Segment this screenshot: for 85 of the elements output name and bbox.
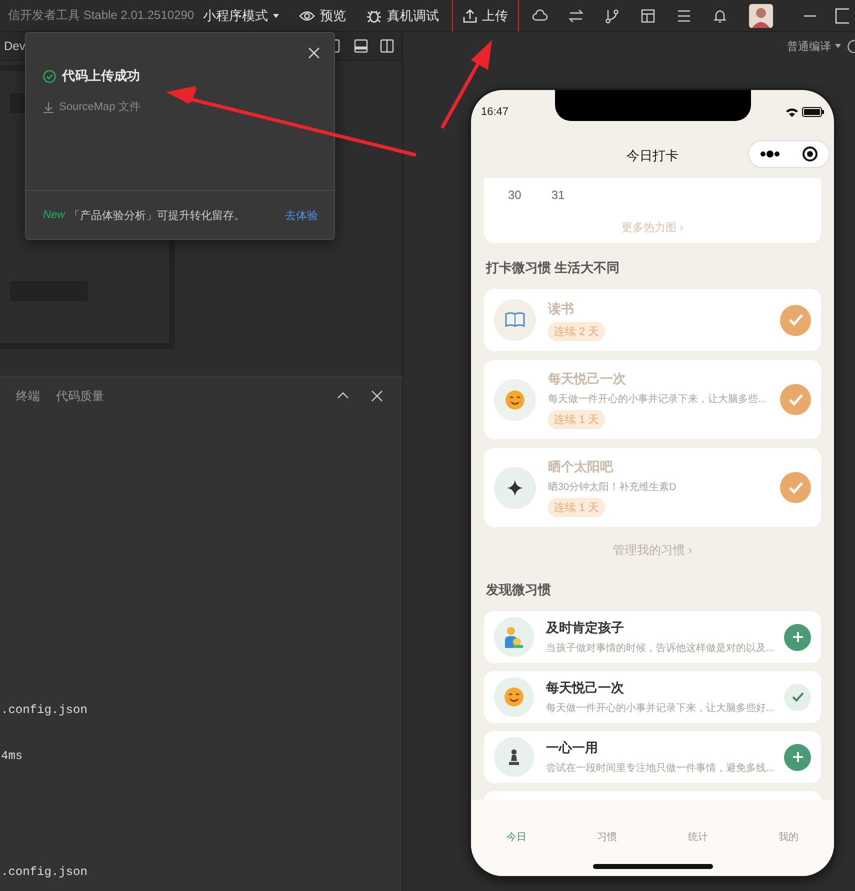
habit-description: 尝试在一段时间里专注地只做一件事情，避免多线...	[546, 762, 772, 775]
habit-name: 每天悦己一次	[546, 679, 625, 697]
toolbar-button[interactable]: 真机调试	[359, 0, 446, 32]
habit-name: 读书	[548, 300, 575, 318]
habit-suggestion-card[interactable]: 每天悦己一次 每天做一件开心的小事并记录下来，让大脑多些好...	[484, 671, 821, 723]
cloud-icon[interactable]	[532, 8, 548, 24]
smiley-icon	[505, 390, 525, 410]
habit-suggestion-card[interactable]: 及时肯定孩子 当孩子做对事情的时候，告诉他这样做是对的以及...	[484, 611, 821, 663]
status-time: 16:47	[481, 106, 509, 118]
section-heading: 打卡微习惯 生活大不同	[486, 259, 621, 277]
chess-pawn-icon	[508, 749, 520, 765]
habit-description: 晒30分钟太阳！补充维生素D	[548, 480, 678, 494]
promo-message: 「产品体验分析」可提升转化留存。	[69, 208, 246, 222]
book-icon	[505, 312, 525, 328]
habit-card[interactable]: 每天悦己一次 每天做一件开心的小事并记录下来，让大脑多些... 连续 1 天	[484, 360, 821, 439]
sourcemap-download-link[interactable]: SourceMap 文件	[43, 99, 140, 114]
add-button[interactable]	[784, 624, 811, 650]
bell-icon[interactable]	[712, 8, 728, 24]
new-label: New	[43, 209, 66, 221]
habit-name: 晒个太阳吧	[548, 458, 614, 476]
tab-bar-item[interactable]: 今日	[506, 830, 526, 844]
eye-icon	[299, 10, 315, 22]
console-line: .config.json	[1, 865, 88, 879]
smiley-icon	[504, 687, 524, 707]
habit-suggestion-card[interactable]: 一心一用 尝试在一段时间里专注地只做一件事情，避免多线...	[484, 731, 821, 783]
branch-icon[interactable]	[604, 8, 620, 24]
editor-tab[interactable]: Dev	[4, 39, 26, 53]
caret-icon	[273, 14, 279, 18]
capsule-menu[interactable]	[748, 140, 830, 168]
success-icon	[43, 70, 56, 82]
habit-card[interactable]: 晒个太阳吧 晒30分钟太阳！补充维生素D 连续 1 天	[484, 448, 821, 527]
console-line: .config.json	[1, 703, 88, 717]
upload-icon	[463, 8, 477, 22]
panel-tab[interactable]: 代码质量	[56, 388, 104, 404]
tab-bar-item[interactable]: 习惯	[597, 830, 618, 844]
plus-icon	[792, 631, 804, 643]
close-button[interactable]	[306, 45, 322, 61]
bottom-panel-icon[interactable]	[353, 38, 369, 54]
console-line: 4ms	[1, 749, 24, 763]
habit-description: 当孩子做对事情的时候，告诉他这样做是对的以及...	[546, 642, 772, 655]
heatmap-day: 30	[508, 188, 522, 202]
habit-description: 每天做一件开心的小事并记录下来，让大脑多些好...	[546, 702, 772, 715]
avatar-icon[interactable]	[749, 4, 773, 28]
added-button[interactable]	[784, 684, 811, 710]
check-in-button[interactable]	[780, 384, 811, 415]
layout-icon[interactable]	[640, 8, 656, 24]
battery-icon	[802, 107, 824, 117]
add-button[interactable]	[784, 744, 811, 770]
toolbar-button[interactable]: 小程序模式	[196, 0, 286, 32]
streak-badge: 连续 1 天	[548, 498, 606, 517]
tab-bar-item[interactable]: 我的	[778, 830, 799, 844]
section-heading: 发现微习惯	[486, 581, 552, 599]
try-link[interactable]: 去体验	[285, 208, 318, 222]
person-icon	[505, 626, 523, 648]
habit-name: 及时肯定孩子	[546, 619, 625, 637]
check-icon	[788, 394, 802, 406]
close-icon	[308, 47, 320, 59]
plus-icon	[792, 751, 804, 763]
check-in-button[interactable]	[780, 472, 811, 503]
swap-icon[interactable]	[568, 8, 584, 24]
toolbar-button[interactable]: 预览	[292, 0, 353, 32]
check-icon	[788, 314, 802, 326]
heatmap-day: 31	[551, 188, 565, 202]
page-title: 今日打卡	[626, 147, 678, 165]
compile-mode-dropdown[interactable]: 普通编译	[787, 38, 841, 54]
split-icon[interactable]	[379, 38, 395, 54]
habit-name: 每天悦己一次	[548, 370, 627, 388]
tab-bar-item[interactable]: 统计	[688, 830, 708, 844]
download-icon	[43, 100, 54, 112]
popup-title: 代码上传成功	[62, 67, 140, 85]
menu-icon[interactable]	[676, 8, 692, 24]
check-icon	[788, 482, 802, 494]
close-icon[interactable]	[369, 388, 385, 404]
target-icon	[802, 146, 818, 162]
panel-tab[interactable]: 终端	[16, 388, 40, 404]
streak-badge: 连续 1 天	[548, 410, 606, 429]
check-icon	[792, 692, 804, 702]
habit-name: 一心一用	[546, 739, 599, 757]
streak-badge: 连续 2 天	[548, 322, 606, 340]
sparkle-icon	[507, 480, 523, 496]
check-in-button[interactable]	[780, 304, 811, 336]
wifi-icon	[786, 108, 798, 116]
window-title: 信开发者工具 Stable 2.01.2510290	[8, 7, 194, 24]
more-icon	[760, 150, 780, 158]
habit-description: 每天做一件开心的小事并记录下来，让大脑多些...	[548, 392, 768, 406]
